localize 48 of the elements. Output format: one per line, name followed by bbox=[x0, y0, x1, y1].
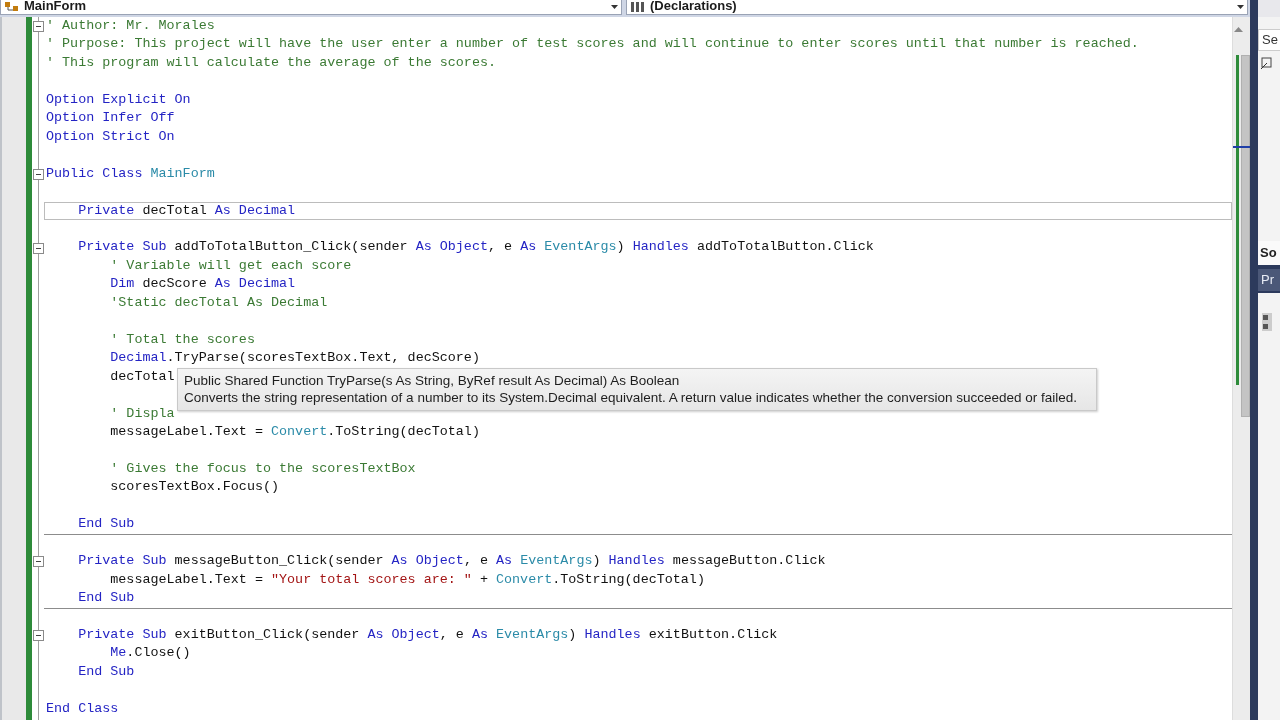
code-line: messageLabel.Text = Convert.ToString(decTotal) bbox=[109, 423, 480, 439]
collapse-icon[interactable] bbox=[33, 242, 44, 254]
code-line: ' Purpose: This project will have the user enter a number of test scores and will continue to enter scores until that number is reached. bbox=[46, 36, 1139, 52]
code-line: messageLabel.Text = "Your total scores are: " + Convert.ToString(decTotal) bbox=[109, 571, 705, 587]
code-line: ' Gives the focus to the scoresTextBox bbox=[109, 460, 416, 476]
code-line: ' Displa bbox=[109, 405, 175, 421]
code-line: Option Infer Off bbox=[46, 110, 175, 126]
code-line: Private Sub addToTotalButton_Click(sender As Object, e As EventArgs) Handles addToTotalButton.Click bbox=[77, 239, 874, 255]
code-line: scoresTextBox.Focus() bbox=[109, 479, 280, 495]
code-line: ' Author: Mr. Morales bbox=[46, 18, 215, 33]
scrollbar-thumb[interactable] bbox=[1241, 55, 1250, 417]
collapse-icon[interactable] bbox=[33, 556, 44, 568]
code-line: Decimal.TryParse(scoresTextBox.Text, decScore) bbox=[109, 350, 480, 366]
collapse-icon[interactable] bbox=[33, 630, 44, 642]
code-line: decTotal bbox=[109, 368, 175, 384]
member-dropdown[interactable]: (Declarations) bbox=[626, 0, 1248, 15]
code-line: 'Static decTotal As Decimal bbox=[109, 294, 328, 310]
panel-title: So bbox=[1258, 241, 1280, 265]
code-line: End Sub bbox=[77, 590, 135, 606]
code-line: ' Total the scores bbox=[109, 331, 255, 347]
collapse-icon[interactable] bbox=[33, 21, 44, 32]
class-icon bbox=[4, 2, 20, 12]
code-line: End Class bbox=[46, 700, 119, 716]
code-line: Me.Close() bbox=[109, 645, 191, 661]
dropdown-arrow-icon bbox=[611, 5, 618, 9]
code-line: Option Explicit On bbox=[46, 91, 191, 107]
members-icon bbox=[630, 2, 646, 12]
vertical-scrollbar[interactable] bbox=[1232, 17, 1250, 720]
code-line: Public Class MainForm bbox=[46, 165, 215, 181]
code-line: End Sub bbox=[77, 663, 135, 679]
toolbar-icon[interactable] bbox=[1261, 57, 1273, 69]
collapse-icon[interactable] bbox=[33, 168, 44, 180]
type-dropdown[interactable]: MainForm bbox=[0, 0, 622, 15]
tooltip-signature: Public Shared Function TryParse(s As String, ByRef result As Decimal) As Boolean bbox=[184, 373, 681, 388]
code-line: Option Strict On bbox=[46, 128, 175, 144]
code-line: End Sub bbox=[77, 516, 135, 532]
code-line: ' This program will calculate the average of the scores. bbox=[46, 54, 496, 70]
panel-tab[interactable]: Pr bbox=[1258, 269, 1280, 291]
tree-icon bbox=[1262, 313, 1272, 331]
code-line: Dim decScore As Decimal bbox=[109, 276, 296, 292]
tooltip-description: Converts the string representation of a number to its System.Decimal equivalent. A return value indicates whether the conversion succeeded or failed. bbox=[184, 390, 1078, 405]
search-field[interactable]: Se bbox=[1258, 29, 1280, 51]
scroll-up-icon[interactable] bbox=[1234, 27, 1243, 32]
code-line: Private Sub exitButton_Click(sender As Object, e As EventArgs) Handles exitButton.Click bbox=[77, 626, 778, 642]
code-line: Private decTotal As Decimal bbox=[77, 202, 296, 218]
code-line: ' Variable will get each score bbox=[109, 257, 352, 273]
dropdown-arrow-icon bbox=[1237, 5, 1244, 9]
code-line: Private Sub messageButton_Click(sender As Object, e As EventArgs) Handles messageButton.Click bbox=[77, 553, 826, 569]
